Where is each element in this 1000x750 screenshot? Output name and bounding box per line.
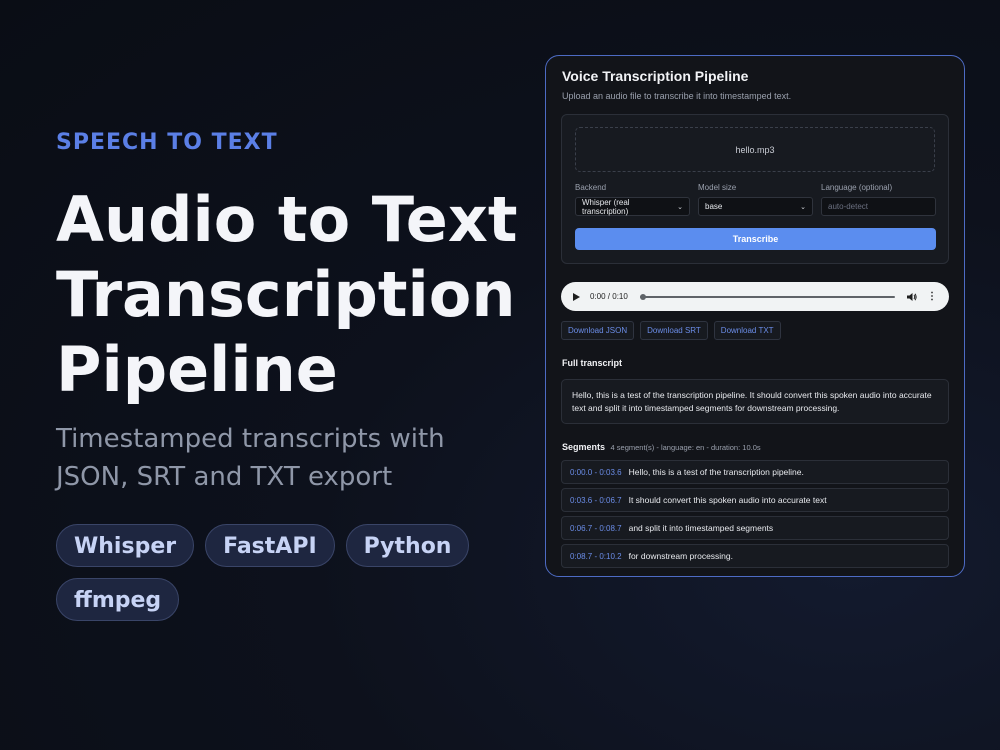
transcribe-button[interactable]: Transcribe: [575, 228, 936, 250]
chevron-down-icon: ⌄: [800, 203, 806, 211]
backend-value: Whisper (real transcription): [582, 197, 630, 216]
model-select[interactable]: base ⌄: [698, 197, 813, 216]
download-srt-button[interactable]: Download SRT: [640, 321, 708, 340]
full-transcript-heading: Full transcript: [562, 358, 623, 368]
segment-time: 0:00.0 - 0:03.6: [570, 467, 622, 477]
segment-text: and split it into timestamped segments: [628, 523, 774, 533]
app-title: Voice Transcription Pipeline: [562, 68, 749, 84]
hero-kicker: SPEECH TO TEXT: [56, 130, 278, 155]
tech-tags: Whisper FastAPI Python ffmpeg: [56, 524, 496, 621]
backend-label: Backend: [575, 183, 607, 192]
audio-seek-bar[interactable]: [639, 293, 895, 300]
file-name: hello.mp3: [735, 144, 775, 155]
segment-row[interactable]: 0:06.7 - 0:08.7 and split it into timest…: [561, 516, 949, 540]
download-txt-button[interactable]: Download TXT: [713, 321, 781, 340]
tag-whisper: Whisper: [56, 524, 195, 567]
language-placeholder: auto-detect: [828, 202, 869, 211]
segments-title: Segments: [562, 442, 606, 452]
segment-text: It should convert this spoken audio into…: [628, 495, 827, 505]
language-field: Language (optional) auto-detect: [821, 183, 936, 216]
segment-row[interactable]: 0:03.6 - 0:06.7 It should convert this s…: [561, 488, 949, 512]
volume-icon[interactable]: [907, 292, 917, 302]
chevron-down-icon: ⌄: [677, 203, 683, 211]
file-dropzone[interactable]: hello.mp3: [575, 127, 935, 172]
upload-form: hello.mp3 Backend Whisper (real transcri…: [561, 114, 949, 264]
model-field: Model size base ⌄: [698, 183, 813, 216]
hero-title-line: Audio to Text: [56, 183, 518, 256]
backend-select[interactable]: Whisper (real transcription) ⌄: [575, 197, 690, 216]
download-json-button[interactable]: Download JSON: [561, 321, 635, 340]
app-window: Voice Transcription Pipeline Upload an a…: [545, 55, 965, 577]
segment-time: 0:06.7 - 0:08.7: [570, 523, 622, 533]
segment-text: Hello, this is a test of the transcripti…: [628, 467, 804, 477]
download-buttons: Download JSON Download SRT Download TXT: [561, 321, 781, 340]
language-label: Language (optional): [821, 183, 893, 192]
hero-title: Audio to Text Transcription Pipeline: [56, 182, 536, 407]
more-vert-icon[interactable]: ⋮: [927, 291, 937, 302]
app-description: Upload an audio file to transcribe it in…: [562, 91, 792, 101]
segment-time: 0:08.7 - 0:10.2: [570, 551, 622, 561]
play-icon[interactable]: [573, 292, 580, 301]
tag-fastapi: FastAPI: [205, 524, 335, 567]
segments-meta: 4 segment(s) - language: en - duration: …: [610, 443, 761, 452]
tag-ffmpeg: ffmpeg: [56, 578, 180, 621]
full-transcript-text: Hello, this is a test of the transcripti…: [561, 379, 949, 424]
segments-list: 0:00.0 - 0:03.6 Hello, this is a test of…: [561, 460, 949, 572]
hero-subtitle: Timestamped transcripts with JSON, SRT a…: [56, 424, 445, 492]
backend-field: Backend Whisper (real transcription) ⌄: [575, 183, 690, 216]
hero-title-line: Pipeline: [56, 333, 338, 406]
segments-heading: Segments 4 segment(s) - language: en - d…: [562, 442, 761, 452]
tag-python: Python: [345, 524, 470, 567]
model-value: base: [705, 202, 723, 211]
audio-time: 0:00 / 0:10: [590, 292, 628, 301]
segment-text: for downstream processing.: [628, 551, 734, 561]
segment-row[interactable]: 0:08.7 - 0:10.2 for downstream processin…: [561, 544, 949, 568]
model-label: Model size: [698, 183, 737, 192]
segment-row[interactable]: 0:00.0 - 0:03.6 Hello, this is a test of…: [561, 460, 949, 484]
audio-player: 0:00 / 0:10 ⋮: [561, 282, 949, 311]
language-input[interactable]: auto-detect: [821, 197, 936, 216]
hero-title-line: Transcription: [56, 258, 516, 331]
segment-time: 0:03.6 - 0:06.7: [570, 495, 622, 505]
